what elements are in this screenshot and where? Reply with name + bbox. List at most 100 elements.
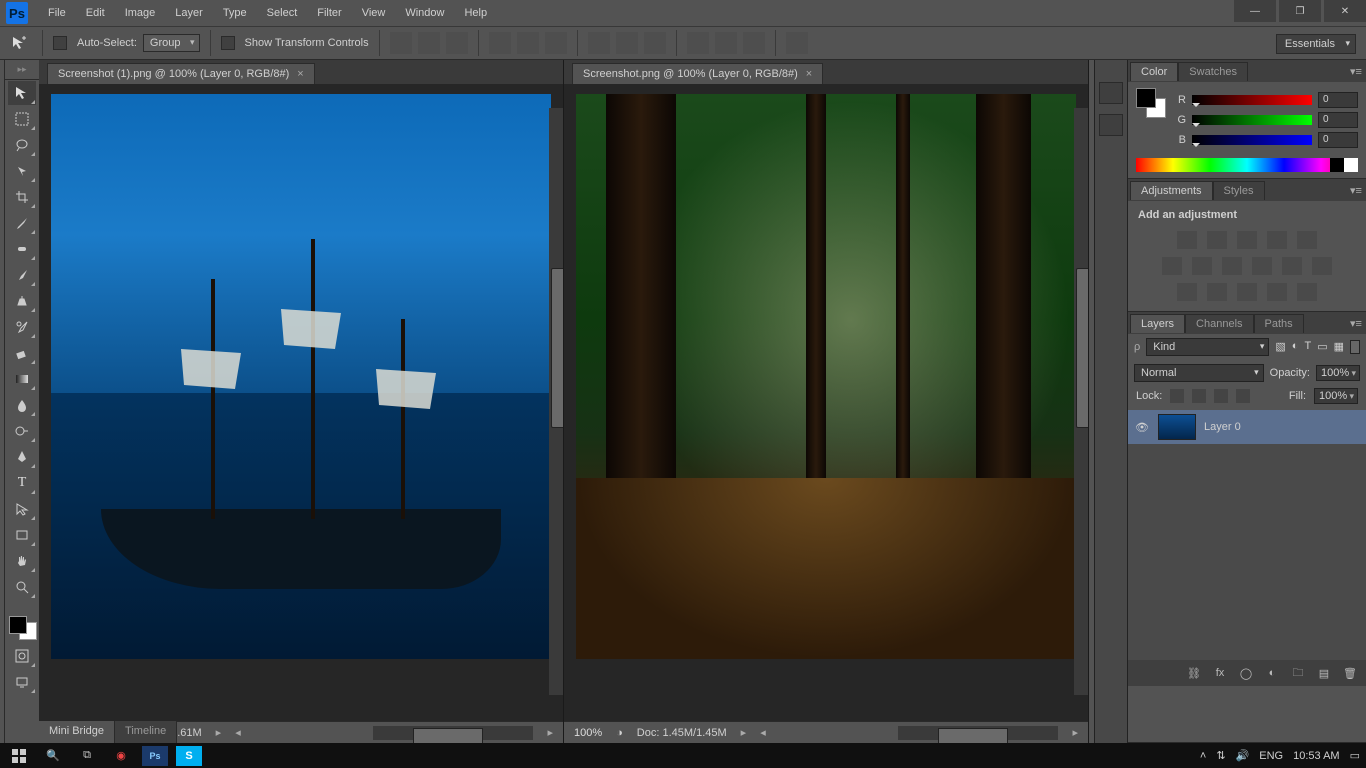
properties-panel-icon[interactable] <box>1099 114 1123 136</box>
tab-styles[interactable]: Styles <box>1213 181 1265 200</box>
menu-view[interactable]: View <box>352 3 396 23</box>
distribute-hcenter-icon[interactable] <box>715 32 737 54</box>
adj-gradient-map-icon[interactable] <box>1267 283 1287 301</box>
lasso-tool[interactable] <box>8 133 36 157</box>
history-panel-icon[interactable] <box>1099 82 1123 104</box>
rectangle-tool[interactable] <box>8 523 36 547</box>
canvas-forest[interactable] <box>576 94 1076 659</box>
taskbar-photoshop-icon[interactable]: Ps <box>142 746 168 766</box>
horizontal-scrollbar[interactable] <box>898 726 1058 740</box>
panel-color-swatch[interactable] <box>1136 88 1166 118</box>
healing-tool[interactable] <box>8 237 36 261</box>
blend-mode-dropdown[interactable]: Normal <box>1134 364 1264 382</box>
auto-align-icon[interactable] <box>786 32 808 54</box>
move-tool[interactable] <box>8 81 36 105</box>
search-icon[interactable]: 🔍 <box>40 746 66 766</box>
tab-color[interactable]: Color <box>1130 62 1178 81</box>
b-slider[interactable] <box>1192 135 1312 145</box>
gradient-tool[interactable] <box>8 367 36 391</box>
history-brush-tool[interactable] <box>8 315 36 339</box>
tray-network-icon[interactable]: ⇅ <box>1216 749 1225 762</box>
vertical-scrollbar[interactable] <box>1074 108 1088 695</box>
align-top-icon[interactable] <box>390 32 412 54</box>
color-spectrum[interactable] <box>1136 158 1358 172</box>
distribute-left-icon[interactable] <box>687 32 709 54</box>
auto-select-dropdown[interactable]: Group <box>143 34 200 52</box>
group-icon[interactable]: 🗀 <box>1290 665 1306 681</box>
lock-all-icon[interactable] <box>1236 389 1250 403</box>
path-select-tool[interactable] <box>8 497 36 521</box>
quick-mask-tool[interactable] <box>8 644 36 668</box>
doc-info-icon[interactable]: ◑ <box>616 727 623 739</box>
lock-position-icon[interactable] <box>1214 389 1228 403</box>
auto-select-checkbox[interactable] <box>53 36 67 50</box>
doc-info-menu-icon[interactable]: ▸ <box>741 726 747 739</box>
tray-expand-icon[interactable]: ˄ <box>1200 750 1206 762</box>
delete-layer-icon[interactable]: 🗑 <box>1342 665 1358 681</box>
panel-menu-icon[interactable]: ▾≡ <box>1346 65 1366 78</box>
adj-threshold-icon[interactable] <box>1237 283 1257 301</box>
menu-file[interactable]: File <box>38 3 76 23</box>
menu-filter[interactable]: Filter <box>307 3 351 23</box>
tray-language[interactable]: ENG <box>1259 750 1283 762</box>
r-slider[interactable] <box>1192 95 1312 105</box>
filter-toggle[interactable] <box>1350 340 1360 354</box>
adj-curves-icon[interactable] <box>1237 231 1257 249</box>
start-button[interactable] <box>6 746 32 766</box>
doc-tab-1[interactable]: Screenshot (1).png @ 100% (Layer 0, RGB/… <box>47 63 315 84</box>
screen-mode-tool[interactable] <box>8 670 36 694</box>
hscroll-left-icon[interactable]: ◂ <box>760 726 766 739</box>
menu-layer[interactable]: Layer <box>165 3 213 23</box>
marquee-tool[interactable] <box>8 107 36 131</box>
adj-posterize-icon[interactable] <box>1207 283 1227 301</box>
tray-clock[interactable]: 10:53 AM <box>1293 750 1339 762</box>
adj-channel-mixer-icon[interactable] <box>1282 257 1302 275</box>
foreground-swatch[interactable] <box>9 616 27 634</box>
align-right-icon[interactable] <box>545 32 567 54</box>
filter-pixel-icon[interactable]: ▧ <box>1275 340 1285 354</box>
blur-tool[interactable] <box>8 393 36 417</box>
zoom-tool[interactable] <box>8 575 36 599</box>
show-transform-checkbox[interactable] <box>221 36 235 50</box>
layer-name[interactable]: Layer 0 <box>1204 421 1241 433</box>
menu-edit[interactable]: Edit <box>76 3 115 23</box>
collapse-tools-icon[interactable]: ▸▸ <box>5 64 39 80</box>
type-tool[interactable]: T <box>8 471 36 495</box>
adj-selective-icon[interactable] <box>1297 283 1317 301</box>
tab-channels[interactable]: Channels <box>1185 314 1253 333</box>
pen-tool[interactable] <box>8 445 36 469</box>
mask-icon[interactable]: ◯ <box>1238 665 1254 681</box>
filter-type-icon[interactable]: T <box>1304 340 1311 354</box>
r-value[interactable]: 0 <box>1318 92 1358 108</box>
tab-timeline[interactable]: Timeline <box>115 721 177 743</box>
dodge-tool[interactable] <box>8 419 36 443</box>
link-layers-icon[interactable]: ⛓ <box>1186 665 1202 681</box>
horizontal-scrollbar[interactable] <box>373 726 533 740</box>
fx-icon[interactable]: fx <box>1212 665 1228 681</box>
minimize-button[interactable]: — <box>1234 0 1276 22</box>
adj-levels-icon[interactable] <box>1207 231 1227 249</box>
task-view-icon[interactable]: ⧉ <box>74 746 100 766</box>
adj-hue-icon[interactable] <box>1162 257 1182 275</box>
clone-stamp-tool[interactable] <box>8 289 36 313</box>
eyedropper-tool[interactable] <box>8 211 36 235</box>
menu-window[interactable]: Window <box>395 3 454 23</box>
adj-brightness-icon[interactable] <box>1177 231 1197 249</box>
layer-filter-kind[interactable]: Kind <box>1146 338 1269 356</box>
doc-tab-2[interactable]: Screenshot.png @ 100% (Layer 0, RGB/8#) … <box>572 63 823 84</box>
distribute-vcenter-icon[interactable] <box>616 32 638 54</box>
close-tab-icon[interactable]: × <box>806 68 812 80</box>
new-layer-icon[interactable]: ▤ <box>1316 665 1332 681</box>
align-hcenter-icon[interactable] <box>517 32 539 54</box>
hand-tool[interactable] <box>8 549 36 573</box>
taskbar-skype-icon[interactable]: S <box>176 746 202 766</box>
eraser-tool[interactable] <box>8 341 36 365</box>
close-button[interactable]: ✕ <box>1324 0 1366 22</box>
tab-adjustments[interactable]: Adjustments <box>1130 181 1213 200</box>
menu-type[interactable]: Type <box>213 3 257 23</box>
tray-volume-icon[interactable]: 🔊 <box>1236 749 1250 762</box>
align-bottom-icon[interactable] <box>446 32 468 54</box>
hscroll-right-icon[interactable]: ▸ <box>547 726 553 739</box>
distribute-right-icon[interactable] <box>743 32 765 54</box>
filter-smart-icon[interactable]: ▦ <box>1334 340 1344 354</box>
